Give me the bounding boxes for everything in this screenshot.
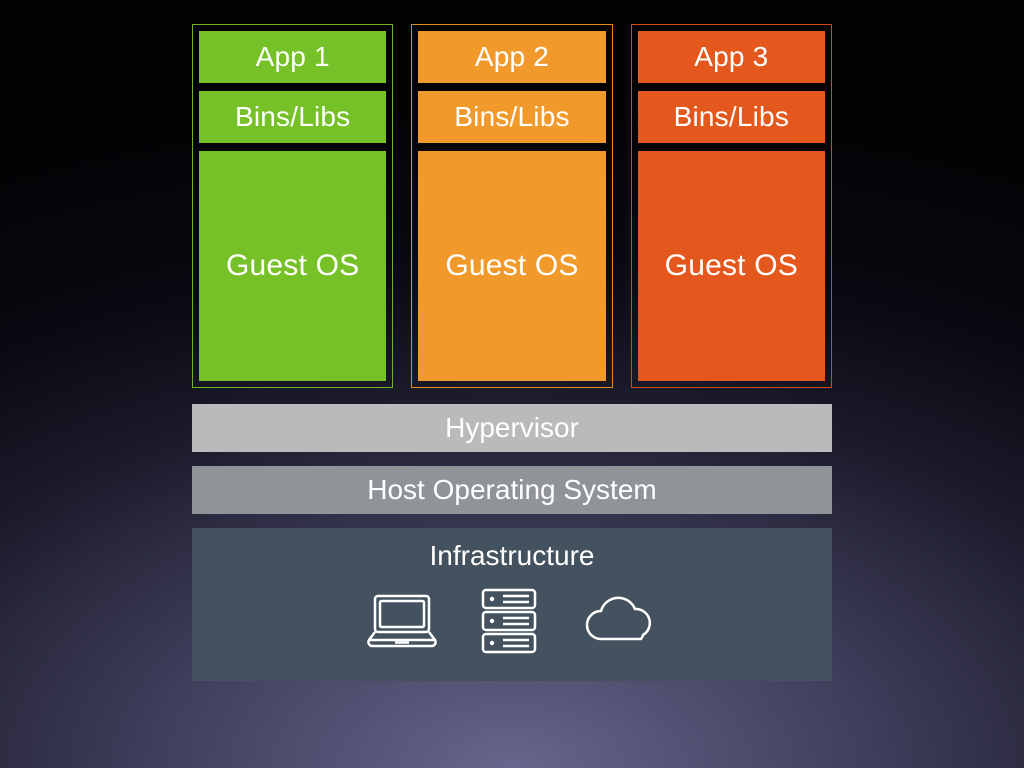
infrastructure-layer: Infrastructure xyxy=(192,528,832,681)
guest-os-box: Guest OS xyxy=(638,151,825,381)
app-box: App 2 xyxy=(418,31,605,83)
binslibs-box: Bins/Libs xyxy=(418,91,605,143)
vm-column-1: App 1 Bins/Libs Guest OS xyxy=(192,24,393,388)
cloud-icon xyxy=(575,593,663,656)
laptop-icon xyxy=(361,590,443,659)
vm-column-3: App 3 Bins/Libs Guest OS xyxy=(631,24,832,388)
guest-os-box: Guest OS xyxy=(418,151,605,381)
virtualization-diagram: App 1 Bins/Libs Guest OS App 2 Bins/Libs… xyxy=(192,24,832,681)
app-box: App 3 xyxy=(638,31,825,83)
guest-os-box: Guest OS xyxy=(199,151,386,381)
platform-layers: Hypervisor Host Operating System Infrast… xyxy=(192,404,832,681)
hypervisor-layer: Hypervisor xyxy=(192,404,832,452)
server-icon xyxy=(477,586,541,663)
host-os-layer: Host Operating System xyxy=(192,466,832,514)
infrastructure-icons xyxy=(361,586,663,663)
infrastructure-label: Infrastructure xyxy=(430,540,595,572)
binslibs-box: Bins/Libs xyxy=(199,91,386,143)
vm-column-2: App 2 Bins/Libs Guest OS xyxy=(411,24,612,388)
binslibs-box: Bins/Libs xyxy=(638,91,825,143)
guest-vm-row: App 1 Bins/Libs Guest OS App 2 Bins/Libs… xyxy=(192,24,832,388)
app-box: App 1 xyxy=(199,31,386,83)
